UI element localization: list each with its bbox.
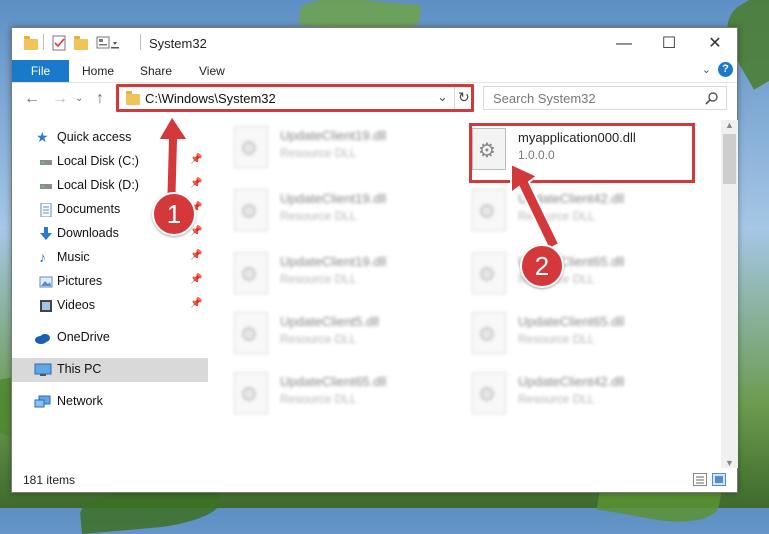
properties-icon[interactable] <box>52 35 66 51</box>
forward-button[interactable]: → <box>52 90 68 108</box>
recent-locations-icon[interactable]: ⌄ <box>75 93 83 104</box>
pictures-icon <box>39 276 53 288</box>
documents-icon <box>40 203 52 217</box>
details-view-icon[interactable] <box>693 473 707 486</box>
tab-view[interactable]: View <box>199 60 225 82</box>
explorer-window: System32 — ☐ ✕ File Home Share View ⌄ ? … <box>11 27 738 493</box>
pin-icon[interactable]: 📌 <box>190 226 202 237</box>
vertical-scrollbar[interactable]: ▲ ▼ <box>721 120 738 468</box>
list-item[interactable]: UpdateClient19.dll Resource DLL <box>234 122 454 174</box>
tab-home[interactable]: Home <box>82 60 114 82</box>
dll-file-icon <box>472 189 506 231</box>
address-bar-highlight <box>116 84 474 112</box>
scroll-down-icon[interactable]: ▼ <box>725 458 734 468</box>
tab-file[interactable]: File <box>12 60 69 82</box>
title-bar: System32 — ☐ ✕ <box>12 28 737 60</box>
drive-icon <box>40 160 52 165</box>
maximize-button[interactable]: ☐ <box>651 32 687 56</box>
customize-quick-access-icon[interactable] <box>96 35 119 49</box>
scroll-up-icon[interactable]: ▲ <box>725 120 734 130</box>
sidebar-item-network[interactable]: Network <box>12 390 204 414</box>
navigation-bar: ← → ⌄ ↑ C:\Windows\System32 ⌄ ↻ Search S… <box>12 83 737 119</box>
list-item[interactable]: UpdateClient19.dll Resource DLL <box>234 248 454 300</box>
downloads-icon <box>40 227 52 240</box>
status-bar: 181 items <box>12 468 737 492</box>
step-1-badge: 1 <box>152 192 196 236</box>
expand-ribbon-icon[interactable]: ⌄ <box>702 63 711 76</box>
music-icon: ♪ <box>39 249 46 265</box>
sidebar-item-onedrive[interactable]: OneDrive <box>12 326 204 350</box>
dll-file-icon <box>472 252 506 294</box>
new-folder-icon[interactable] <box>74 36 88 50</box>
dll-file-icon <box>472 312 506 354</box>
list-item[interactable]: UpdateClient65.dll Resource DLL <box>234 368 454 420</box>
pin-icon[interactable]: 📌 <box>190 298 202 309</box>
file-highlight <box>469 123 695 183</box>
ribbon: File Home Share View ⌄ ? <box>12 60 737 83</box>
list-item[interactable]: UpdateClient19.dll Resource DLL <box>234 185 454 237</box>
pin-icon[interactable]: 📌 <box>190 274 202 285</box>
search-icon <box>705 92 718 105</box>
computer-icon <box>34 363 52 376</box>
back-button[interactable]: ← <box>24 90 40 108</box>
minimize-button[interactable]: — <box>606 32 642 56</box>
dll-file-icon <box>472 372 506 414</box>
network-icon <box>34 395 51 408</box>
videos-icon <box>40 300 52 312</box>
sidebar-item-this-pc[interactable]: This PC <box>12 358 208 382</box>
list-item[interactable]: UpdateClient65.dll Resource DLL <box>472 308 692 360</box>
dll-file-icon <box>234 126 268 168</box>
dll-file-icon <box>234 189 268 231</box>
help-icon[interactable]: ? <box>718 62 733 77</box>
tab-share[interactable]: Share <box>140 60 172 82</box>
step-2-badge: 2 <box>520 244 564 288</box>
sidebar-item-pictures[interactable]: Pictures 📌 <box>12 270 204 294</box>
dll-file-icon <box>234 372 268 414</box>
cloud-icon <box>35 334 50 344</box>
list-item[interactable]: UpdateClient5.dll Resource DLL <box>234 308 454 360</box>
drive-icon <box>40 184 52 189</box>
item-count: 181 items <box>23 473 76 487</box>
search-input[interactable]: Search System32 <box>483 86 727 110</box>
search-placeholder: Search System32 <box>493 91 596 106</box>
dll-file-icon <box>234 252 268 294</box>
scrollbar-thumb[interactable] <box>723 134 736 184</box>
window-title: System32 <box>149 36 207 51</box>
pin-icon[interactable]: 📌 <box>190 250 202 261</box>
list-item[interactable]: UpdateClient42.dll Resource DLL <box>472 368 692 420</box>
large-icons-view-icon[interactable] <box>712 473 726 486</box>
dll-file-icon <box>234 312 268 354</box>
close-button[interactable]: ✕ <box>697 32 733 56</box>
sidebar-item-music[interactable]: ♪ Music 📌 <box>12 246 204 270</box>
folder-app-icon <box>24 36 38 50</box>
sidebar-item-videos[interactable]: Videos 📌 <box>12 294 204 318</box>
star-icon: ★ <box>36 129 49 145</box>
up-button[interactable]: ↑ <box>96 90 104 108</box>
